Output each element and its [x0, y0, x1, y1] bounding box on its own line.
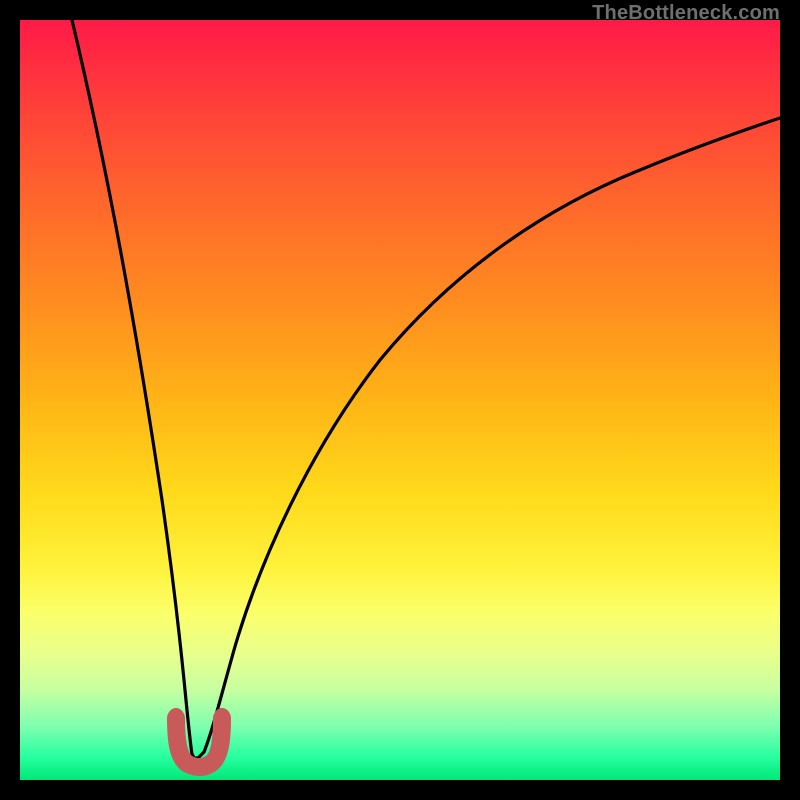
chart-frame: TheBottleneck.com	[20, 20, 780, 780]
chart-gradient-background	[20, 20, 780, 780]
